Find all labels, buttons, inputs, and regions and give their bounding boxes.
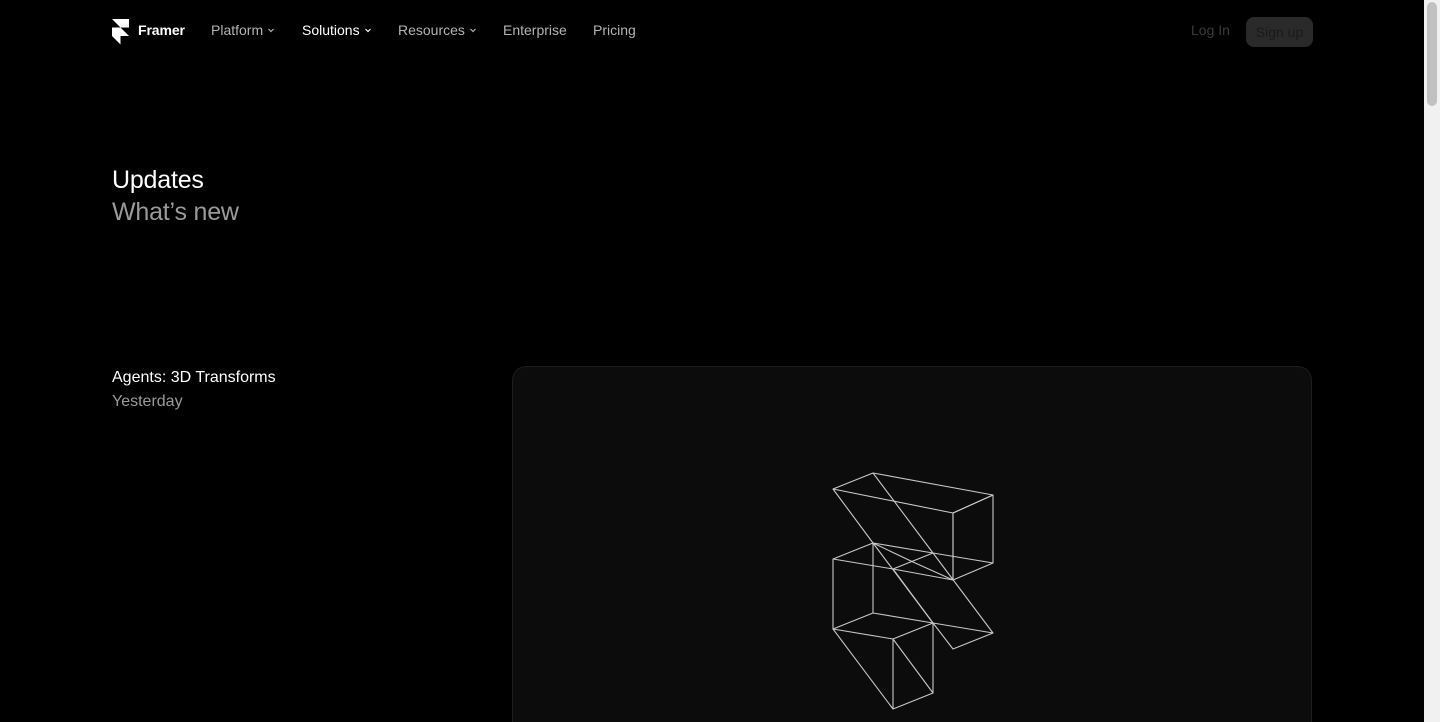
nav-item-pricing[interactable]: Pricing — [593, 22, 636, 38]
nav-item-label: Platform — [211, 22, 264, 38]
update-title-link[interactable]: Agents: 3D Transforms — [112, 368, 276, 388]
update-date: Yesterday — [112, 393, 183, 410]
chevron-down-icon — [268, 28, 275, 33]
chevron-down-icon — [364, 28, 371, 33]
nav-item-enterprise[interactable]: Enterprise — [503, 22, 567, 38]
vertical-scrollbar[interactable] — [1424, 0, 1440, 722]
nav-item-label: Resources — [398, 22, 465, 38]
nav-item-platform[interactable]: Platform — [211, 22, 275, 38]
signup-button[interactable]: Sign up — [1246, 17, 1313, 47]
page: Framer Platform Solutions Resources Ente… — [0, 0, 1440, 722]
login-link[interactable]: Log In — [1191, 22, 1230, 38]
framer-logo-wireframe-icon — [832, 472, 994, 710]
nav-item-label: Pricing — [593, 22, 636, 38]
nav-item-label: Enterprise — [503, 22, 567, 38]
page-title: Updates — [112, 166, 204, 194]
nav-item-solutions[interactable]: Solutions — [302, 22, 372, 38]
page-subtitle: What’s new — [112, 198, 239, 226]
brand-name[interactable]: Framer — [138, 22, 185, 38]
chevron-down-icon — [469, 28, 476, 33]
scrollbar-thumb[interactable] — [1427, 2, 1437, 106]
update-image-card[interactable] — [512, 366, 1312, 722]
framer-logo-icon[interactable] — [112, 19, 130, 45]
top-navigation: Framer Platform Solutions Resources Ente… — [0, 0, 1424, 64]
nav-item-label: Solutions — [302, 22, 360, 38]
nav-item-resources[interactable]: Resources — [398, 22, 477, 38]
